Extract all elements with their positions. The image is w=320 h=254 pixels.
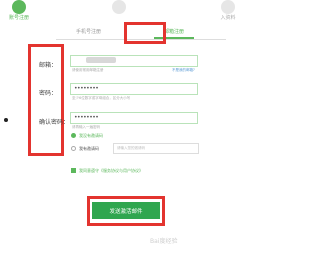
tab-email-register[interactable]: 邮箱注册 <box>164 28 184 35</box>
step-2 <box>104 0 134 14</box>
email-hint: 请使用常用邮箱注册 <box>72 68 104 72</box>
agree-terms-checkbox[interactable] <box>71 168 76 173</box>
password-label: 密码： <box>39 90 58 97</box>
have-invite-code-label: 我有邀请码 <box>79 146 99 151</box>
email-label: 邮箱： <box>39 62 58 69</box>
no-invite-code-label: 我没有邀请码 <box>79 133 103 138</box>
email-value-blurred <box>86 57 116 63</box>
send-activation-email-button[interactable]: 发送激活邮件 <box>92 202 160 219</box>
step-3-icon <box>221 0 235 14</box>
password-field[interactable]: •••••••• <box>70 83 198 95</box>
step-account-register: 账号注册 <box>4 0 34 21</box>
highlight-box-email-tab <box>124 22 166 44</box>
agree-terms-label[interactable]: 我同意遵守《服务协议与用户协议》 <box>79 168 143 174</box>
baidu-jingyan-watermark: Bai度经验 <box>150 238 178 245</box>
radio-have-invite-code[interactable] <box>71 146 76 151</box>
step-2-icon <box>112 0 126 14</box>
invite-code-input[interactable]: 请输入您的邀请码 <box>113 143 199 154</box>
confirm-password-field[interactable]: •••••••• <box>70 112 198 124</box>
radio-no-invite-code[interactable] <box>71 133 76 138</box>
tab-phone-register[interactable]: 手机号注册 <box>76 28 101 35</box>
step-profile: 入资料 <box>208 0 248 21</box>
registration-steps: 账号注册 入资料 <box>0 0 256 22</box>
step-1-icon <box>12 0 26 14</box>
step-3-label: 入资料 <box>220 15 236 21</box>
confirm-password-label: 确认密码： <box>39 119 70 126</box>
step-1-label: 账号注册 <box>8 15 29 21</box>
not-my-email-link[interactable]: 不是我的邮箱? <box>172 68 195 73</box>
bullet-dot <box>4 118 8 122</box>
confirm-password-hint: 请再输入一遍密码 <box>72 125 100 129</box>
password-hint: 至少6位数字或字母组合，区分大小写 <box>72 96 131 100</box>
